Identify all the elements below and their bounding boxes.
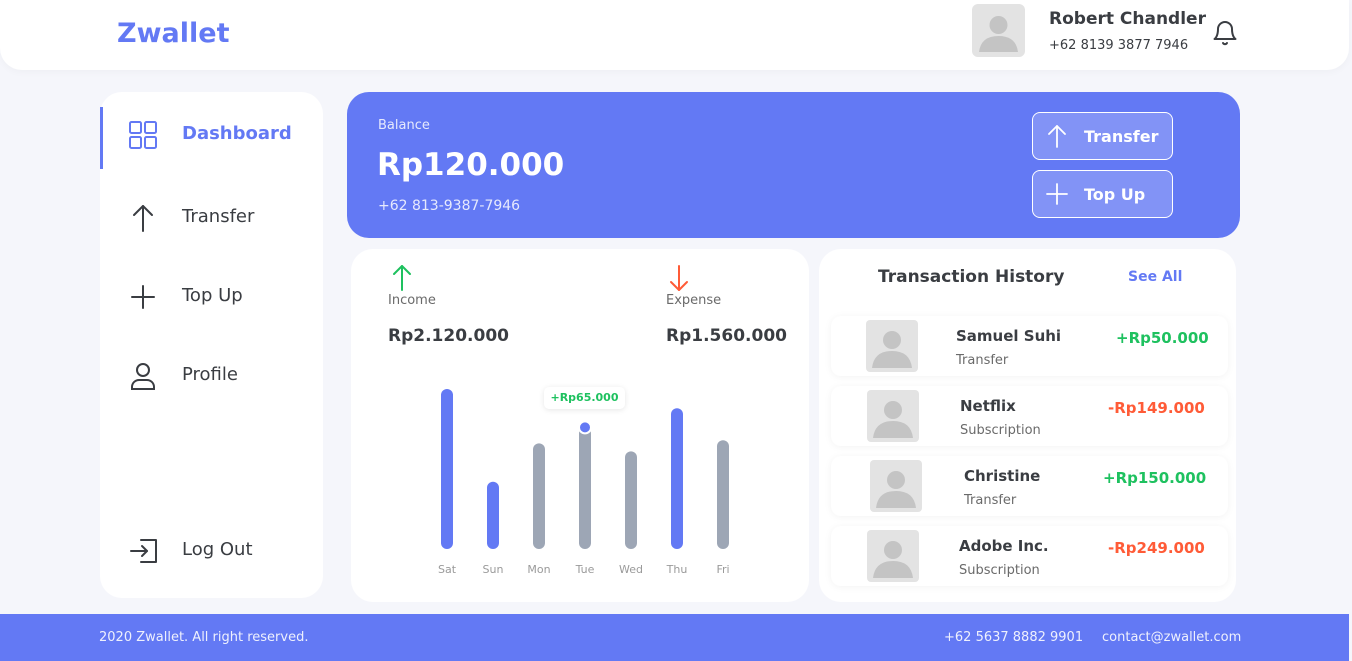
top-navbar: Zwallet Robert Chandler +62 8139 3877 79…	[0, 0, 1349, 70]
sidebar-item-label: Top Up	[182, 285, 243, 306]
copyright-text: 2020 Zwallet. All right reserved.	[99, 630, 309, 645]
chart-tick-label: Wed	[619, 563, 643, 576]
sidebar-item-label: Profile	[182, 364, 238, 385]
expense-arrow-icon	[668, 264, 690, 292]
expense-value: Rp1.560.000	[666, 326, 787, 346]
transaction-amount: -Rp249.000	[1108, 539, 1205, 557]
chart-bar-sun[interactable]	[487, 481, 499, 549]
arrow-up-icon	[128, 203, 158, 233]
footer-email[interactable]: contact@zwallet.com	[1102, 630, 1241, 645]
sidebar-item-transfer[interactable]: Transfer	[100, 190, 323, 246]
chart-tick-label: Tue	[575, 563, 595, 576]
sidebar-item-dashboard[interactable]: Dashboard	[100, 107, 323, 169]
transaction-type: Transfer	[964, 493, 1017, 508]
chart-bar-mon[interactable]	[533, 443, 545, 549]
chart-tick-label: Fri	[716, 563, 729, 576]
transaction-history-card: Transaction History See All Samuel Suhi …	[819, 249, 1236, 602]
transaction-name: Samuel Suhi	[956, 327, 1062, 345]
chart-bar-fri[interactable]	[717, 440, 729, 549]
transaction-avatar	[867, 530, 919, 582]
chart-tick-label: Thu	[666, 563, 688, 576]
app-logo[interactable]: Zwallet	[117, 18, 229, 49]
topup-button[interactable]: Top Up	[1032, 170, 1173, 218]
see-all-link[interactable]: See All	[1128, 269, 1182, 285]
transaction-row[interactable]: Christine Transfer +Rp150.000	[831, 456, 1228, 516]
user-icon	[128, 361, 158, 391]
transaction-type: Transfer	[956, 353, 1009, 368]
transaction-amount: +Rp150.000	[1103, 469, 1207, 487]
logout-button[interactable]: Log Out	[100, 523, 323, 579]
transfer-button-label: Transfer	[1084, 127, 1159, 146]
grid-icon	[128, 120, 158, 150]
balance-card: Balance Rp120.000 +62 813-9387-7946 Tran…	[347, 92, 1240, 238]
transaction-avatar	[870, 460, 922, 512]
balance-label: Balance	[378, 118, 430, 133]
chart-bar-wed[interactable]	[625, 451, 637, 549]
transaction-amount: -Rp149.000	[1108, 399, 1205, 417]
transaction-name: Christine	[964, 467, 1041, 485]
topup-button-label: Top Up	[1084, 185, 1146, 204]
logout-icon	[128, 536, 158, 566]
chart-bar-tue[interactable]	[579, 427, 591, 549]
transaction-avatar	[867, 390, 919, 442]
transfer-button[interactable]: Transfer	[1032, 112, 1173, 160]
transaction-row[interactable]: Adobe Inc. Subscription -Rp249.000	[831, 526, 1228, 586]
chart-tick-label: Mon	[527, 563, 550, 576]
chart-bar-sat[interactable]	[441, 389, 453, 549]
active-indicator	[100, 107, 103, 169]
balance-phone: +62 813-9387-7946	[378, 198, 521, 214]
transaction-name: Netflix	[960, 397, 1016, 415]
sidebar-item-profile[interactable]: Profile	[100, 348, 323, 404]
chart-tooltip: +Rp65.000	[544, 387, 625, 409]
transaction-type: Subscription	[959, 563, 1040, 578]
plus-icon	[128, 282, 158, 312]
arrow-up-icon	[1045, 124, 1069, 148]
logout-label: Log Out	[182, 539, 253, 560]
transaction-type: Subscription	[960, 423, 1041, 438]
chart-tick-label: Sat	[438, 563, 457, 576]
income-label: Income	[388, 293, 436, 308]
plus-icon	[1045, 182, 1069, 206]
income-arrow-icon	[391, 264, 413, 292]
chart-tick-label: Sun	[483, 563, 504, 576]
transaction-row[interactable]: Samuel Suhi Transfer +Rp50.000	[831, 316, 1228, 376]
income-expense-card: Income Rp2.120.000 Expense Rp1.560.000 S…	[351, 249, 809, 602]
balance-amount: Rp120.000	[377, 147, 565, 183]
sidebar: Dashboard Transfer Top Up Profile Log Ou…	[100, 92, 323, 598]
user-avatar[interactable]	[972, 4, 1025, 57]
transaction-row[interactable]: Netflix Subscription -Rp149.000	[831, 386, 1228, 446]
footer: 2020 Zwallet. All right reserved. +62 56…	[0, 614, 1349, 661]
sidebar-item-topup[interactable]: Top Up	[100, 269, 323, 325]
transaction-avatar	[866, 320, 918, 372]
chart-bar-thu[interactable]	[671, 408, 683, 549]
income-value: Rp2.120.000	[388, 326, 509, 346]
footer-phone[interactable]: +62 5637 8882 9901	[944, 630, 1083, 645]
user-phone: +62 8139 3877 7946	[1049, 38, 1189, 53]
sidebar-item-label: Transfer	[182, 206, 255, 227]
user-name: Robert Chandler	[1049, 9, 1206, 29]
expense-label: Expense	[666, 293, 722, 308]
sidebar-item-label: Dashboard	[182, 123, 292, 144]
transaction-amount: +Rp50.000	[1116, 329, 1209, 347]
chart-selected-point	[578, 420, 592, 435]
history-title: Transaction History	[878, 267, 1065, 287]
bell-icon[interactable]	[1210, 18, 1240, 50]
transaction-name: Adobe Inc.	[959, 537, 1049, 555]
